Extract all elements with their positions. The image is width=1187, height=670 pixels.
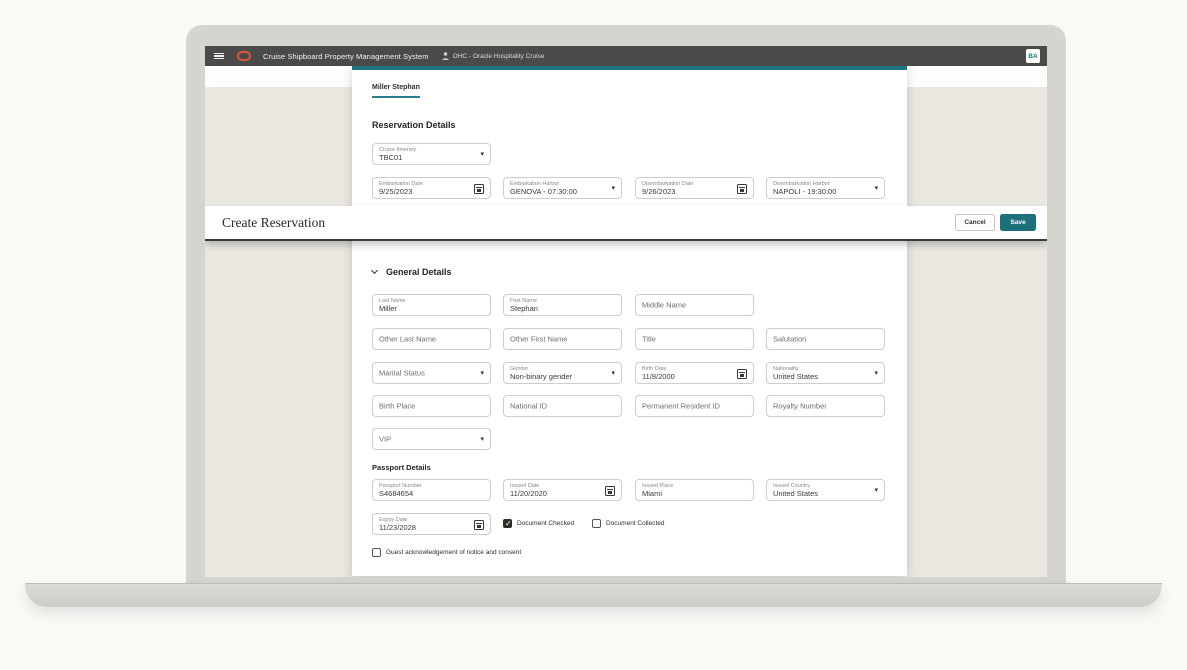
- marital-status-select[interactable]: Marital Status ▾: [372, 362, 491, 384]
- save-button[interactable]: Save: [1000, 214, 1036, 231]
- field-value: Miller: [379, 304, 397, 313]
- checkbox-label: Guest acknowledgement of notice and cons…: [386, 549, 521, 556]
- passport-number-field[interactable]: Passport Number S4684654: [372, 479, 491, 501]
- field-value: 11/23/2028: [379, 523, 416, 532]
- app-title: Cruise Shipboard Property Management Sys…: [263, 52, 429, 61]
- field-placeholder: Title: [642, 335, 656, 344]
- field-value: TBC01: [379, 153, 402, 162]
- field-value: United States: [773, 489, 818, 498]
- field-placeholder: Marital Status: [379, 369, 425, 378]
- field-value: United States: [773, 372, 818, 381]
- cruise-itinerary-select[interactable]: Cruise Itinerary TBC01 ▾: [372, 143, 491, 165]
- reservation-details-heading: Reservation Details: [372, 120, 456, 130]
- other-last-name-field[interactable]: Other Last Name: [372, 328, 491, 350]
- laptop-base: [25, 583, 1162, 607]
- chevron-down-icon: ▾: [611, 369, 615, 377]
- national-id-field[interactable]: National ID: [503, 395, 622, 417]
- product-title: OHC - Oracle Hospitality Cruise: [453, 53, 545, 60]
- passport-details-heading: Passport Details: [372, 463, 431, 472]
- last-name-field[interactable]: Last Name Miller: [372, 294, 491, 316]
- field-value: 9/26/2023: [642, 187, 675, 196]
- chevron-down-icon: ▾: [480, 150, 484, 158]
- consent-checkbox-row: Guest acknowledgement of notice and cons…: [372, 548, 521, 557]
- chevron-down-icon: [371, 267, 378, 274]
- birth-place-field[interactable]: Birth Place: [372, 395, 491, 417]
- field-value: 11/8/2000: [642, 372, 675, 381]
- app-header: Cruise Shipboard Property Management Sys…: [205, 46, 1047, 66]
- calendar-icon[interactable]: [605, 486, 615, 496]
- chevron-down-icon: ▾: [874, 486, 878, 494]
- user-avatar-badge[interactable]: BA: [1026, 49, 1040, 63]
- issued-country-select[interactable]: Issued Country United States ▾: [766, 479, 885, 501]
- field-placeholder: Other Last Name: [379, 335, 436, 344]
- embarkation-harbor-select[interactable]: Embarkation Harbor GENOVA - 07:30:00 ▾: [503, 177, 622, 199]
- document-collected-checkbox-row: Document Collected: [592, 519, 665, 528]
- first-name-field[interactable]: First Name Stephan: [503, 294, 622, 316]
- field-value: 11/20/2020: [510, 489, 547, 498]
- expiry-date-field[interactable]: Expiry Date 11/23/2028: [372, 513, 491, 535]
- middle-name-field[interactable]: Middle Name: [635, 294, 754, 316]
- consent-checkbox[interactable]: [372, 548, 381, 557]
- title-field[interactable]: Title: [635, 328, 754, 350]
- field-value: 9/25/2023: [379, 187, 412, 196]
- calendar-icon[interactable]: [474, 520, 484, 530]
- field-placeholder: Birth Place: [379, 402, 415, 411]
- field-value: Non-binary gender: [510, 372, 572, 381]
- field-placeholder: Salutation: [773, 335, 806, 344]
- field-placeholder: VIP: [379, 435, 391, 444]
- field-value: Stephan: [510, 304, 538, 313]
- chevron-down-icon: ▾: [480, 435, 484, 443]
- royalty-number-field[interactable]: Royalty Number: [766, 395, 885, 417]
- oracle-logo: [237, 51, 251, 61]
- document-checked-checkbox[interactable]: [503, 519, 512, 528]
- checkbox-label: Document Collected: [606, 520, 665, 527]
- chevron-down-icon: ▾: [480, 369, 484, 377]
- checkbox-label: Document Checked: [517, 520, 574, 527]
- field-value: NAPOLI - 19:30:00: [773, 187, 836, 196]
- birth-date-field[interactable]: Birth Date 11/8/2000: [635, 362, 754, 384]
- page-title: Create Reservation: [222, 215, 325, 231]
- other-first-name-field[interactable]: Other First Name: [503, 328, 622, 350]
- reservation-modal: Miller Stephan Reservation Details Cruis…: [352, 66, 907, 576]
- gender-select[interactable]: Gender Non-binary gender ▾: [503, 362, 622, 384]
- field-placeholder: Permanent Resident ID: [642, 402, 720, 411]
- calendar-icon[interactable]: [737, 369, 747, 379]
- general-details-section-header[interactable]: General Details: [372, 267, 452, 277]
- cancel-button[interactable]: Cancel: [955, 214, 995, 231]
- embarkation-date-field[interactable]: Embarkation Date 9/25/2023: [372, 177, 491, 199]
- field-placeholder: Other First Name: [510, 335, 568, 344]
- field-placeholder: Royalty Number: [773, 402, 827, 411]
- create-reservation-banner: Create Reservation Cancel Save: [205, 206, 1047, 241]
- laptop-screen: Cruise Shipboard Property Management Sys…: [205, 46, 1047, 577]
- menu-icon[interactable]: [214, 53, 224, 60]
- field-placeholder: Middle Name: [642, 301, 686, 310]
- chevron-down-icon: ▾: [611, 184, 615, 192]
- chevron-down-icon: ▾: [874, 184, 878, 192]
- field-value: Miami: [642, 489, 662, 498]
- vip-select[interactable]: VIP ▾: [372, 428, 491, 450]
- field-value: GENOVA - 07:30:00: [510, 187, 577, 196]
- disembarkation-harbor-select[interactable]: Disembarkation Harbor NAPOLI - 19:30:00 …: [766, 177, 885, 199]
- tab-guest-name[interactable]: Miller Stephan: [372, 84, 420, 98]
- calendar-icon[interactable]: [474, 184, 484, 194]
- user-icon: [442, 52, 449, 60]
- disembarkation-date-field[interactable]: Disembarkation Date 9/26/2023: [635, 177, 754, 199]
- document-collected-checkbox[interactable]: [592, 519, 601, 528]
- permanent-resident-id-field[interactable]: Permanent Resident ID: [635, 395, 754, 417]
- salutation-field[interactable]: Salutation: [766, 328, 885, 350]
- issued-date-field[interactable]: Issued Date 11/20/2020: [503, 479, 622, 501]
- general-details-heading: General Details: [386, 267, 452, 277]
- document-checked-checkbox-row: Document Checked: [503, 519, 574, 528]
- field-placeholder: National ID: [510, 402, 547, 411]
- nationality-select[interactable]: Nationality United States ▾: [766, 362, 885, 384]
- field-value: S4684654: [379, 489, 413, 498]
- issued-place-field[interactable]: Issued Place Miami: [635, 479, 754, 501]
- calendar-icon[interactable]: [737, 184, 747, 194]
- chevron-down-icon: ▾: [874, 369, 878, 377]
